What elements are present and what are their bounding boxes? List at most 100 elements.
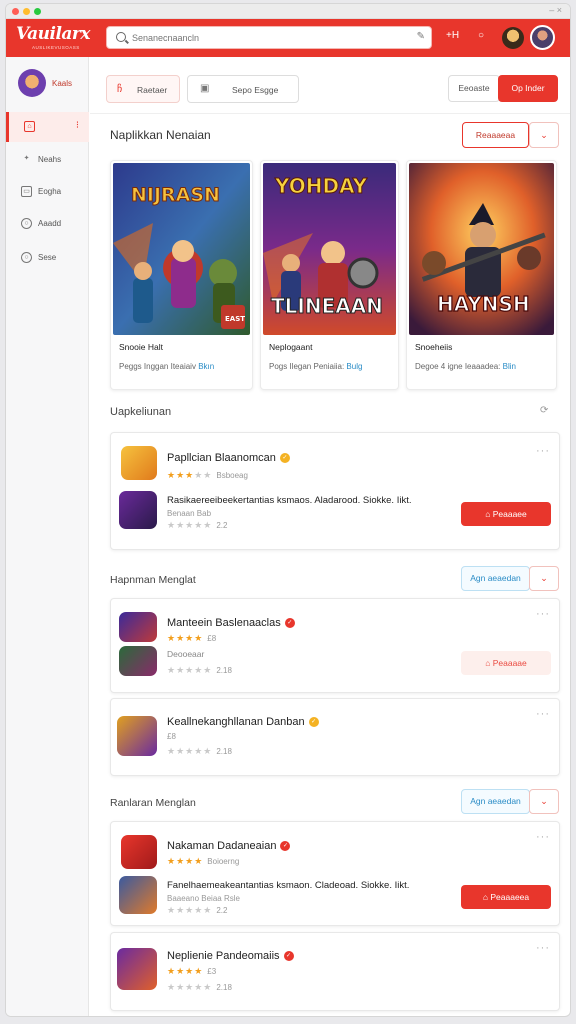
game-link[interactable]: Bkın (198, 362, 214, 371)
game-link[interactable]: Bulg (346, 362, 362, 371)
sidebar-avatar[interactable] (18, 69, 46, 97)
game-card[interactable]: YOHDAY TLINEAAN Neplogaant Pogs Ilegan P… (260, 160, 399, 390)
app-icon (119, 612, 157, 642)
clock-icon[interactable]: ○ (478, 30, 484, 41)
game-link[interactable]: Blin (503, 362, 516, 371)
section-title: Uapkeliunan (110, 406, 172, 418)
cover-title-text: YOHDAY (274, 174, 368, 198)
featured-action-button[interactable]: Reaaaeaa (462, 122, 529, 148)
top-bar: Vauilarx AUSLIKEVUSOASS ✎ +H ○ (6, 19, 570, 57)
more-options-icon[interactable]: ··· (536, 942, 550, 954)
section-action-button[interactable]: Agn aeaedan (461, 789, 530, 814)
rating-stars: ★★★★★ 2.18 (167, 665, 232, 675)
app-subtext: Deooeaar (167, 649, 205, 659)
app-card[interactable]: Manteein Baslenaaclas ✓ ★★★★ £8 Deooeaar ★… (110, 598, 560, 693)
user-avatar[interactable] (530, 25, 555, 50)
app-icon (117, 716, 157, 756)
app-icon (117, 948, 157, 990)
notification-icon[interactable]: +H (446, 30, 459, 41)
chevron-down-icon[interactable]: ⌄ (529, 122, 559, 148)
app-card[interactable]: Papllcian Blaanomcan ✓ ★★★★★ Bsboeag ··· R… (110, 432, 560, 550)
app-logo-tagline: AUSLIKEVUSOASS (32, 45, 80, 50)
app-card[interactable]: Neplienie Pandeomaiis ✓ ★★★★ £3 ★★★★★ 2.18 … (110, 932, 560, 1011)
minimize-window-button[interactable] (23, 8, 30, 15)
gamepad-icon: ჩ (117, 84, 123, 95)
cover-title-text: HAYNSH (437, 292, 530, 316)
close-window-button[interactable] (12, 8, 19, 15)
verified-icon: ✓ (280, 841, 291, 852)
app-logo[interactable]: Vauilarx (16, 24, 91, 44)
library-icon: ▭ (21, 186, 32, 197)
verified-icon: ✓ (284, 618, 295, 629)
game-name: Snooie Halt (119, 342, 163, 352)
game-name: Snoeheiis (415, 342, 453, 352)
window-controls[interactable]: – × (549, 5, 562, 15)
secondary-button[interactable]: Eeoaste (448, 75, 500, 102)
main-content: ჩ Raetaer ▣ Sepo Esgge Eeoaste Op Inder … (90, 57, 570, 1016)
tab-label: Sepo Esgge (232, 85, 279, 95)
sidebar: Kaals ⌂ ⁝ ✦ Neahs ▭ Eogha ○ Aaadd ○ Sese (6, 57, 89, 1016)
rating-stars: ★★★★ Boioerng (167, 856, 240, 866)
sidebar-item-eogha[interactable]: ▭ Eogha (6, 177, 89, 207)
sidebar-item-sese[interactable]: ○ Sese (6, 243, 89, 273)
game-cover-image: YOHDAY TLINEAAN (263, 163, 396, 335)
refresh-icon[interactable]: ⟳ (540, 405, 548, 416)
app-icon (121, 446, 157, 480)
get-button[interactable]: ⌂ Peaaaae (461, 651, 551, 675)
chevron-down-icon[interactable]: ⌄ (529, 789, 559, 814)
window-titlebar: – × (6, 4, 570, 19)
verified-icon: ✓ (308, 717, 319, 728)
app-icon (119, 876, 157, 914)
app-icon (119, 491, 157, 529)
section-action-button[interactable]: Agn aeaedan (461, 566, 530, 591)
more-options-icon[interactable]: ··· (536, 831, 550, 843)
maximize-window-button[interactable] (34, 8, 41, 15)
search-bar[interactable]: ✎ (106, 26, 432, 49)
mic-icon[interactable]: ✎ (417, 31, 425, 42)
app-description: Rasikaereeibeekertantias ksmaos. Aladaro… (167, 495, 412, 506)
verified-icon: ✓ (279, 453, 290, 464)
verified-icon: ✓ (283, 951, 294, 962)
sidebar-user-label: Kaals (52, 79, 73, 88)
rating-stars: ★★★★★ 2.2 (167, 520, 228, 530)
tab-label: Raetaer (137, 85, 168, 95)
more-options-icon[interactable]: ··· (536, 445, 550, 457)
chat-icon: ▣ (200, 83, 210, 94)
search-icon (116, 32, 126, 42)
app-name: Neplienie Pandeomaiis ✓ (167, 950, 294, 962)
app-description: Fanelhaemeakeantantias ksmaon. Cladeoad.… (167, 880, 410, 891)
app-window: – × Vauilarx AUSLIKEVUSOASS ✎ +H ○ Kaals… (5, 3, 571, 1017)
game-card[interactable]: NIJRASN EAST Snooie Halt Peggs Inggan It… (110, 160, 253, 390)
sidebar-item-aaadd[interactable]: ○ Aaadd (6, 209, 89, 239)
tab-sepo-esgge[interactable]: ▣ Sepo Esgge (187, 75, 299, 103)
chevron-down-icon[interactable]: ⌄ (529, 566, 559, 591)
app-subtext: Baaeano Beiaa Rsle (167, 894, 240, 903)
app-subtext: £8 (167, 732, 176, 741)
game-name: Neplogaant (269, 342, 313, 352)
rating-stars: ★★★★★ 2.2 (167, 905, 228, 915)
divider (90, 113, 570, 114)
settings-icon: ○ (21, 218, 32, 229)
app-card[interactable]: Keallnekanghllanan Danban ✓ £8 ★★★★★ 2.18 … (110, 698, 560, 776)
app-card[interactable]: Nakaman Dadaneaian ✓ ★★★★ Boioerng ··· Fan… (110, 821, 560, 926)
sidebar-item-label: Aaadd (38, 219, 62, 228)
rating-stars: ★★★★★ 2.18 (167, 982, 232, 992)
rating-stars: ★★★★★ 2.18 (167, 746, 232, 756)
section-title: Hapnman Menglat (110, 574, 196, 586)
rating-stars: ★★★★★ Bsboeag (167, 470, 248, 480)
more-options-icon[interactable]: ··· (536, 708, 550, 720)
games-icon: ✦ (23, 155, 30, 162)
primary-button[interactable]: Op Inder (498, 75, 558, 102)
search-input[interactable] (132, 30, 402, 46)
sidebar-item-neahs[interactable]: ✦ Neahs (6, 145, 89, 175)
get-button[interactable]: ⌂ Peaaaeea (461, 885, 551, 909)
game-card[interactable]: HAYNSH Snoeheiis Degoe 4 igne Ieaaadea: … (406, 160, 557, 390)
cover-title-text: TLINEAAN (271, 294, 383, 318)
sidebar-item-home[interactable]: ⌂ ⁝ (6, 112, 89, 142)
get-button[interactable]: ⌂ Peaaaee (461, 502, 551, 526)
app-name: Keallnekanghllanan Danban ✓ (167, 716, 319, 728)
game-avatar-icon[interactable] (502, 27, 524, 49)
app-icon (119, 646, 157, 676)
more-options-icon[interactable]: ··· (536, 608, 550, 620)
tab-raetaer[interactable]: ჩ Raetaer (106, 75, 180, 103)
